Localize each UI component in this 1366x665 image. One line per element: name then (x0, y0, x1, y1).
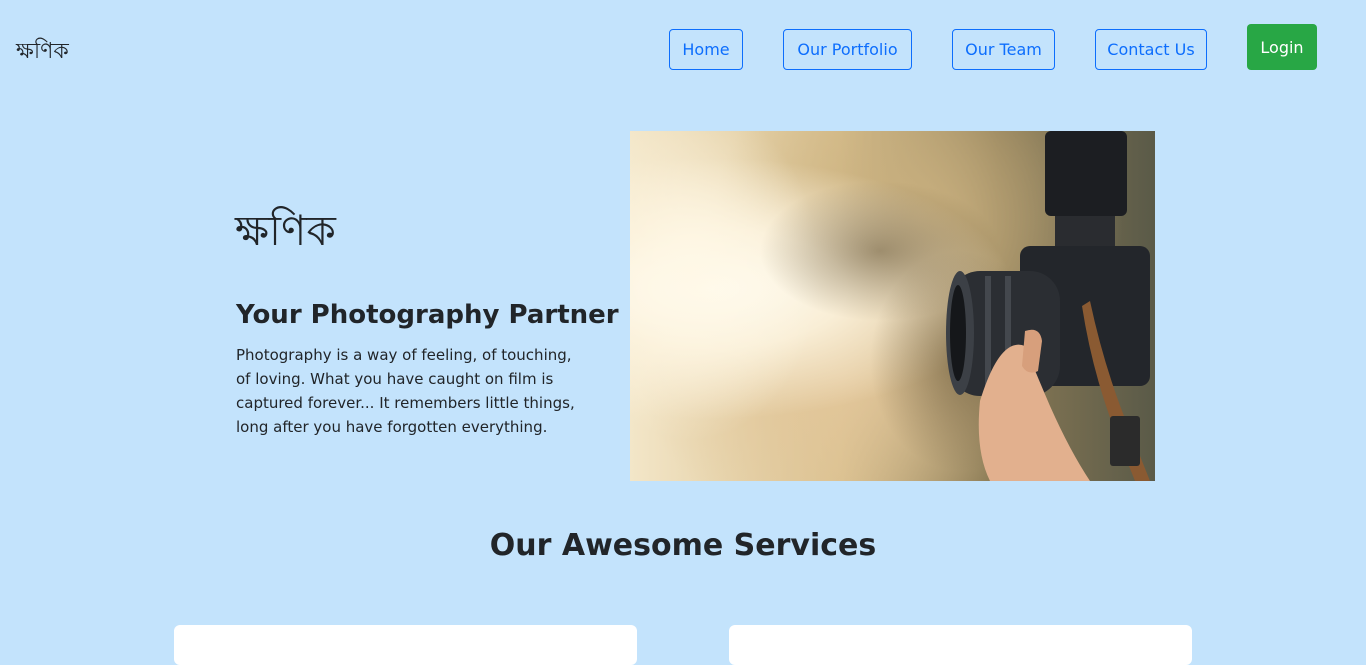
nav-contact-button[interactable]: Contact Us (1095, 29, 1207, 70)
hero-description: Photography is a way of feeling, of touc… (236, 346, 575, 436)
nav-portfolio-button[interactable]: Our Portfolio (783, 29, 912, 70)
services-title: Our Awesome Services (489, 528, 877, 563)
brand-logo[interactable]: ক্ষণিক (16, 34, 69, 71)
camera-illustration (630, 131, 1150, 481)
hero-camera-image (630, 131, 1155, 481)
nav-team-button[interactable]: Our Team (952, 29, 1055, 70)
hero-subtitle: Your Photography Partner (236, 300, 619, 330)
hero-title: ক্ষণিক (235, 206, 336, 255)
service-card (729, 625, 1192, 665)
login-button[interactable]: Login (1247, 24, 1317, 70)
service-card (174, 625, 637, 665)
nav-home-button[interactable]: Home (669, 29, 743, 70)
